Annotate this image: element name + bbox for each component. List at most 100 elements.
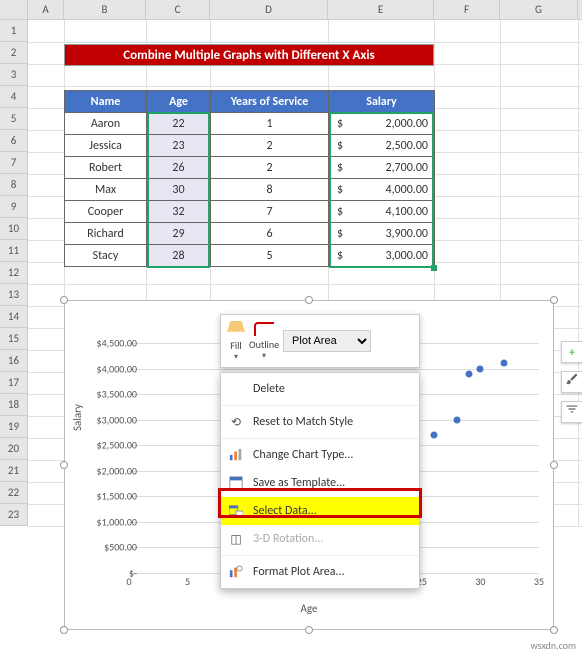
row-header[interactable]: 1 bbox=[0, 20, 27, 42]
col-header[interactable]: F bbox=[434, 0, 500, 19]
menu-label: 3-D Rotation... bbox=[253, 532, 323, 546]
data-point[interactable] bbox=[500, 360, 507, 367]
menu-label: Format Plot Area... bbox=[253, 565, 345, 579]
col-header[interactable]: C bbox=[146, 0, 210, 19]
header-yos[interactable]: Years of Service bbox=[211, 91, 329, 113]
brush-icon bbox=[565, 372, 579, 386]
cell-yos[interactable]: 8 bbox=[211, 179, 329, 201]
row-header[interactable]: 11 bbox=[0, 240, 27, 262]
chevron-down-icon: ▾ bbox=[227, 352, 245, 362]
col-header[interactable]: B bbox=[64, 0, 146, 19]
selection-handle[interactable] bbox=[431, 265, 437, 271]
y-tick-label: $1,500.00 bbox=[97, 490, 138, 503]
y-tick-label: $2,000.00 bbox=[97, 464, 138, 477]
x-tick-label: 0 bbox=[126, 575, 131, 588]
context-menu: Delete ⟲ Reset to Match Style Change Cha… bbox=[220, 372, 420, 589]
mini-toolbar: Fill ▾ Outline ▾ Plot Area bbox=[220, 314, 420, 368]
menu-format-plot-area[interactable]: Format Plot Area... bbox=[221, 558, 419, 586]
bar-chart-icon bbox=[227, 446, 245, 464]
fill-label: Fill bbox=[230, 339, 241, 352]
y-tick-label: $500.00 bbox=[104, 541, 137, 554]
cell-yos[interactable]: 2 bbox=[211, 157, 329, 179]
y-tick-label: $4,000.00 bbox=[97, 362, 138, 375]
reset-icon: ⟲ bbox=[227, 413, 245, 431]
fill-button[interactable]: Fill ▾ bbox=[227, 321, 245, 362]
cell-name[interactable]: Richard bbox=[65, 223, 147, 245]
pen-icon bbox=[254, 322, 274, 336]
row-header[interactable]: 2 bbox=[0, 42, 27, 64]
row-header[interactable]: 16 bbox=[0, 350, 27, 372]
header-name[interactable]: Name bbox=[65, 91, 147, 113]
col-header[interactable]: D bbox=[210, 0, 328, 19]
row-header[interactable]: 15 bbox=[0, 328, 27, 350]
cell-yos[interactable]: 7 bbox=[211, 201, 329, 223]
cell-name[interactable]: Jessica bbox=[65, 135, 147, 157]
header-age[interactable]: Age bbox=[147, 91, 211, 113]
select-all-corner[interactable] bbox=[0, 0, 28, 19]
row-header[interactable]: 17 bbox=[0, 372, 27, 394]
cube-icon: ◫ bbox=[227, 530, 245, 548]
watermark: wsxdn.com bbox=[531, 639, 576, 652]
row-header[interactable]: 22 bbox=[0, 482, 27, 504]
y-axis-title[interactable]: Salary bbox=[71, 404, 84, 431]
select-data-icon bbox=[227, 502, 245, 520]
menu-label: Select Data... bbox=[253, 504, 317, 518]
chart-element-selector[interactable]: Plot Area bbox=[283, 330, 371, 352]
row-header[interactable]: 21 bbox=[0, 460, 27, 482]
cell-yos[interactable]: 2 bbox=[211, 135, 329, 157]
menu-select-data[interactable]: Select Data... bbox=[221, 497, 419, 525]
row-header[interactable]: 9 bbox=[0, 196, 27, 218]
cell-name[interactable]: Max bbox=[65, 179, 147, 201]
row-header[interactable]: 13 bbox=[0, 284, 27, 306]
menu-delete[interactable]: Delete bbox=[221, 375, 419, 403]
row-header[interactable]: 12 bbox=[0, 262, 27, 284]
row-header[interactable]: 18 bbox=[0, 394, 27, 416]
column-header-row: ABCDEFG bbox=[0, 0, 582, 20]
cell-name[interactable]: Stacy bbox=[65, 245, 147, 267]
data-point[interactable] bbox=[454, 416, 461, 423]
y-tick-label: $4,500.00 bbox=[97, 337, 138, 350]
bucket-icon bbox=[227, 321, 245, 337]
menu-separator bbox=[221, 555, 419, 556]
row-header[interactable]: 10 bbox=[0, 218, 27, 240]
cell-name[interactable]: Robert bbox=[65, 157, 147, 179]
outline-label: Outline bbox=[249, 338, 279, 351]
row-header[interactable]: 23 bbox=[0, 504, 27, 526]
row-header[interactable]: 20 bbox=[0, 438, 27, 460]
data-point[interactable] bbox=[430, 432, 437, 439]
row-header[interactable]: 3 bbox=[0, 64, 27, 86]
outline-button[interactable]: Outline ▾ bbox=[249, 322, 279, 361]
menu-change-chart-type[interactable]: Change Chart Type... bbox=[221, 441, 419, 469]
chart-elements-button[interactable]: + bbox=[561, 341, 582, 363]
col-header[interactable]: E bbox=[328, 0, 434, 19]
row-header[interactable]: 6 bbox=[0, 130, 27, 152]
menu-reset[interactable]: ⟲ Reset to Match Style bbox=[221, 408, 419, 436]
blank-icon bbox=[227, 380, 245, 398]
cell-yos[interactable]: 5 bbox=[211, 245, 329, 267]
data-point[interactable] bbox=[465, 370, 472, 377]
header-salary[interactable]: Salary bbox=[329, 91, 435, 113]
col-header[interactable]: A bbox=[28, 0, 64, 19]
cell-name[interactable]: Cooper bbox=[65, 201, 147, 223]
cell-yos[interactable]: 1 bbox=[211, 113, 329, 135]
format-icon bbox=[227, 563, 245, 581]
y-tick-label: $1,000.00 bbox=[97, 515, 138, 528]
title-banner: Combine Multiple Graphs with Different X… bbox=[64, 44, 434, 66]
col-header[interactable]: G bbox=[500, 0, 578, 19]
chart-styles-button[interactable] bbox=[561, 371, 582, 393]
row-header[interactable]: 5 bbox=[0, 108, 27, 130]
row-header[interactable]: 7 bbox=[0, 152, 27, 174]
row-header[interactable]: 14 bbox=[0, 306, 27, 328]
chart-filter-button[interactable] bbox=[561, 401, 582, 423]
row-header[interactable]: 8 bbox=[0, 174, 27, 196]
cell-name[interactable]: Aaron bbox=[65, 113, 147, 135]
row-header[interactable]: 4 bbox=[0, 86, 27, 108]
x-tick-label: 5 bbox=[185, 575, 190, 588]
y-tick-label: $2,500.00 bbox=[97, 439, 138, 452]
cell-yos[interactable]: 6 bbox=[211, 223, 329, 245]
row-header[interactable]: 19 bbox=[0, 416, 27, 438]
x-axis-title[interactable]: Age bbox=[65, 602, 553, 615]
data-point[interactable] bbox=[477, 365, 484, 372]
menu-3d-rotation: ◫ 3-D Rotation... bbox=[221, 525, 419, 553]
menu-save-template[interactable]: Save as Template... bbox=[221, 469, 419, 497]
